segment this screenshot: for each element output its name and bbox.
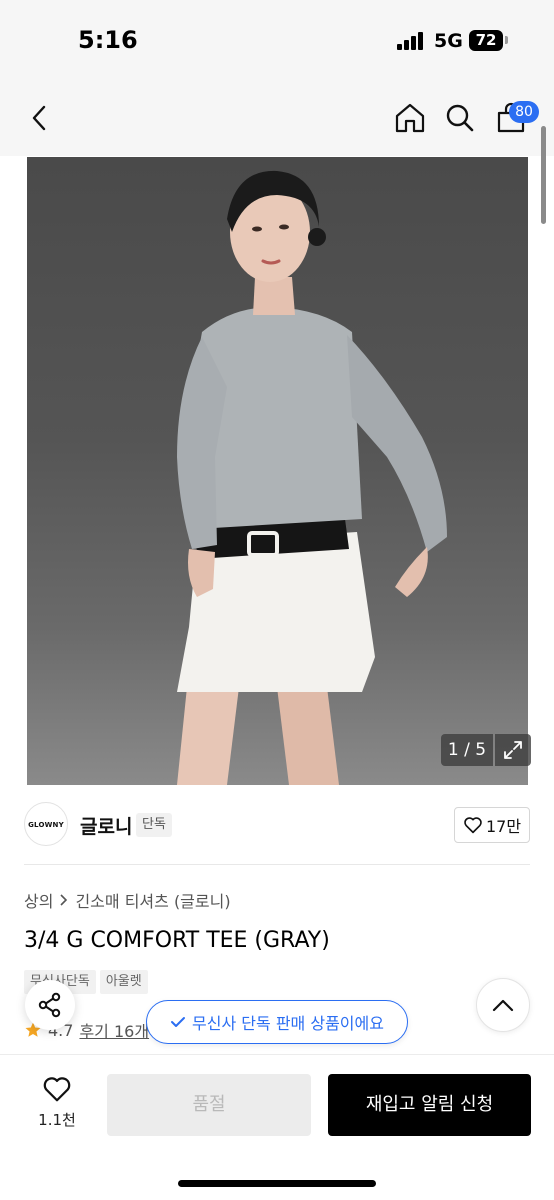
chevron-right-icon <box>60 894 68 906</box>
bottom-bar: 1.1천 품절 재입고 알림 신청 <box>0 1054 554 1200</box>
cart-badge: 80 <box>509 101 539 123</box>
status-time: 5:16 <box>78 26 138 54</box>
back-arrow-icon[interactable] <box>20 98 60 138</box>
model-photo <box>177 170 447 785</box>
brand-name[interactable]: 글로니 <box>80 812 132 839</box>
brand-exclusive-tag: 단독 <box>136 813 172 837</box>
tag-outlet: 아울렛 <box>99 970 148 994</box>
breadcrumb: 상의 긴소매 티셔츠 (글로니) <box>24 888 231 912</box>
share-button[interactable] <box>25 980 75 1030</box>
divider <box>24 864 530 865</box>
network-label: 5G <box>434 30 463 52</box>
restock-alert-button[interactable]: 재입고 알림 신청 <box>328 1074 531 1136</box>
heart-icon <box>464 817 482 834</box>
review-link[interactable]: 후기 16개 <box>79 1018 149 1042</box>
brand-like-button[interactable]: 17만 <box>454 807 530 843</box>
chevron-up-icon <box>492 999 514 1012</box>
top-nav <box>0 80 554 156</box>
search-icon[interactable] <box>440 98 480 138</box>
brand-logo[interactable]: GLOWNY <box>24 802 68 846</box>
signal-icon <box>397 32 425 50</box>
toast-text: 무신사 단독 판매 상품이에요 <box>192 1014 384 1033</box>
breadcrumb-category[interactable]: 상의 <box>24 888 53 912</box>
product-image[interactable] <box>27 157 528 785</box>
breadcrumb-subcategory[interactable]: 긴소매 티셔츠 (글로니) <box>75 888 230 912</box>
home-icon[interactable] <box>390 98 430 138</box>
scroll-top-button[interactable] <box>476 978 530 1032</box>
share-icon <box>38 992 61 1018</box>
image-counter: 1 / 5 <box>441 734 493 766</box>
check-icon <box>171 1017 186 1027</box>
home-indicator <box>178 1180 376 1187</box>
heart-icon <box>43 1077 71 1102</box>
battery-icon: 72 <box>469 30 503 51</box>
brand-row: GLOWNY 글로니 단독 17만 <box>24 802 530 848</box>
wish-button[interactable]: 1.1천 <box>30 1075 84 1135</box>
status-bar: 5:16 5G 72 <box>0 0 554 80</box>
soldout-button[interactable]: 품절 <box>107 1074 311 1136</box>
scrollbar[interactable] <box>541 126 546 224</box>
battery-tip <box>505 36 508 44</box>
exclusive-toast: 무신사 단독 판매 상품이에요 <box>146 1000 408 1044</box>
wish-count: 1.1천 <box>38 1111 76 1129</box>
product-title: 3/4 G COMFORT TEE (GRAY) <box>24 928 330 953</box>
brand-like-count: 17만 <box>485 817 522 836</box>
expand-icon[interactable] <box>495 734 531 766</box>
